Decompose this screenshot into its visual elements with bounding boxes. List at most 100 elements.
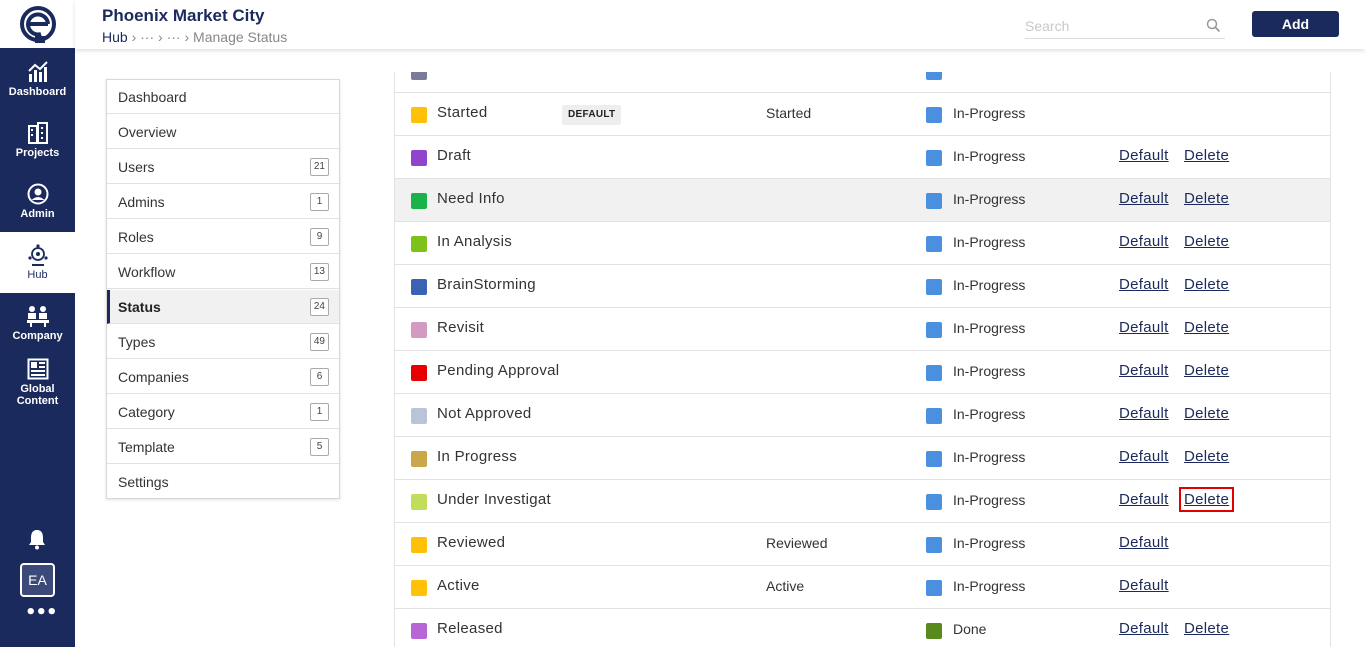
- status-color-swatch: [411, 580, 427, 596]
- menu-item-label: Status: [118, 298, 161, 315]
- count-badge: 24: [309, 298, 329, 316]
- delete-link[interactable]: Delete: [1184, 233, 1229, 250]
- status-row[interactable]: In Analysis In-Progress Default Delete: [395, 222, 1330, 265]
- delete-link[interactable]: Delete: [1184, 276, 1229, 293]
- delete-link[interactable]: Delete: [1184, 620, 1229, 637]
- status-name: In Analysis: [437, 233, 513, 250]
- breadcrumb-hub[interactable]: Hub: [102, 29, 128, 45]
- status-row[interactable]: Started DEFAULT Started In-Progress: [395, 93, 1330, 136]
- set-default-link[interactable]: Default: [1119, 276, 1169, 293]
- delete-link[interactable]: Delete: [1184, 190, 1229, 207]
- status-row[interactable]: Pending Approval In-Progress Default Delete: [395, 351, 1330, 394]
- search-icon[interactable]: [1206, 18, 1221, 37]
- status-row[interactable]: Active Active In-Progress Default: [395, 566, 1330, 609]
- add-button[interactable]: Add: [1252, 11, 1339, 37]
- menu-item-types[interactable]: Types 49: [107, 325, 339, 359]
- delete-link[interactable]: Delete: [1184, 448, 1229, 465]
- status-mapped-name: Started: [766, 105, 812, 121]
- set-default-link[interactable]: Default: [1119, 147, 1169, 164]
- category-color-swatch: [926, 107, 942, 123]
- menu-item-overview[interactable]: Overview: [107, 115, 339, 149]
- set-default-link[interactable]: Default: [1119, 319, 1169, 336]
- set-default-link[interactable]: Default: [1119, 491, 1169, 508]
- set-default-link[interactable]: Default: [1119, 448, 1169, 465]
- menu-item-status[interactable]: Status 24: [107, 290, 339, 324]
- rail-item-label: Admin: [20, 208, 55, 220]
- set-default-link[interactable]: Default: [1119, 405, 1169, 422]
- default-badge: DEFAULT: [562, 105, 622, 125]
- status-color-swatch: [411, 365, 427, 381]
- status-color-swatch: [411, 623, 427, 639]
- rail-item-company[interactable]: Company: [0, 293, 75, 354]
- category-color-swatch: [926, 365, 942, 381]
- status-row[interactable]: BrainStorming In-Progress Default Delete: [395, 265, 1330, 308]
- status-color-swatch: [411, 107, 427, 123]
- status-category: In-Progress: [953, 148, 1026, 164]
- status-color-swatch: [411, 408, 427, 424]
- app-logo[interactable]: [0, 0, 75, 48]
- rail-item-hub[interactable]: Hub: [0, 232, 75, 293]
- menu-item-roles[interactable]: Roles 9: [107, 220, 339, 254]
- menu-item-label: Companies: [118, 368, 189, 385]
- count-badge: 13: [309, 263, 329, 281]
- rail-item-label: Company: [12, 330, 63, 342]
- set-default-link[interactable]: Default: [1119, 233, 1169, 250]
- menu-item-template[interactable]: Template 5: [107, 430, 339, 464]
- set-default-link[interactable]: Default: [1119, 577, 1169, 594]
- status-name: Revisit: [437, 319, 485, 336]
- set-default-link[interactable]: Default: [1119, 534, 1169, 551]
- menu-item-label: Dashboard: [118, 88, 187, 105]
- status-color-swatch: [411, 279, 427, 295]
- more-icon[interactable]: •••: [25, 603, 58, 623]
- status-mapped-name: Reviewed: [766, 535, 828, 551]
- count-badge: 49: [309, 333, 329, 351]
- status-name: Released: [437, 620, 503, 637]
- menu-item-admins[interactable]: Admins 1: [107, 185, 339, 219]
- avatar[interactable]: EA: [20, 563, 55, 597]
- category-color-swatch: [926, 322, 942, 338]
- count-badge: 1: [310, 193, 329, 211]
- status-mapped-name: Active: [766, 578, 805, 594]
- delete-link[interactable]: Delete: [1178, 487, 1235, 512]
- set-default-link[interactable]: Default: [1119, 190, 1169, 207]
- chart-icon: [27, 61, 48, 82]
- status-category: In-Progress: [953, 492, 1026, 508]
- bell-icon: [29, 530, 45, 550]
- rail-item-admin[interactable]: Admin: [0, 171, 75, 232]
- status-row[interactable]: Released Done Default Delete: [395, 609, 1330, 647]
- rail-item-label: Hub: [27, 269, 48, 281]
- status-row[interactable]: Reviewed Reviewed In-Progress Default: [395, 523, 1330, 566]
- search-input[interactable]: [1025, 14, 1195, 38]
- rail-item-global-content[interactable]: Global Content: [0, 354, 75, 410]
- status-row[interactable]: In Progress In-Progress Default Delete: [395, 437, 1330, 480]
- menu-item-dashboard[interactable]: Dashboard: [107, 80, 339, 114]
- count-badge: 1: [310, 403, 329, 421]
- delete-link[interactable]: Delete: [1184, 362, 1229, 379]
- set-default-link[interactable]: Default: [1119, 362, 1169, 379]
- delete-link[interactable]: Delete: [1184, 405, 1229, 422]
- status-color-swatch: [411, 494, 427, 510]
- menu-item-category[interactable]: Category 1: [107, 395, 339, 429]
- status-row[interactable]: Revisit In-Progress Default Delete: [395, 308, 1330, 351]
- status-category: In-Progress: [953, 191, 1026, 207]
- breadcrumb-ellipsis[interactable]: ···: [167, 29, 181, 45]
- status-row[interactable]: Need Info In-Progress Default Delete: [395, 179, 1330, 222]
- breadcrumb-ellipsis[interactable]: ···: [140, 29, 154, 45]
- set-default-link[interactable]: Default: [1119, 620, 1169, 637]
- menu-item-settings[interactable]: Settings: [107, 465, 339, 499]
- count-badge: 9: [310, 228, 329, 246]
- status-row[interactable]: Not Approved In-Progress Default Delete: [395, 394, 1330, 437]
- rail-item-dashboard[interactable]: Dashboard: [0, 49, 75, 110]
- rail-item-projects[interactable]: Projects: [0, 110, 75, 171]
- status-row[interactable]: Draft In-Progress Default Delete: [395, 136, 1330, 179]
- category-color-swatch: [926, 72, 942, 80]
- menu-item-workflow[interactable]: Workflow 13: [107, 255, 339, 289]
- delete-link[interactable]: Delete: [1184, 147, 1229, 164]
- status-row[interactable]: Under Investigat In-Progress Default Delete: [395, 480, 1330, 523]
- status-category: In-Progress: [953, 406, 1026, 422]
- menu-item-companies[interactable]: Companies 6: [107, 360, 339, 394]
- notifications-button[interactable]: [26, 528, 48, 550]
- delete-link[interactable]: Delete: [1184, 319, 1229, 336]
- menu-item-users[interactable]: Users 21: [107, 150, 339, 184]
- status-name: Not Approved: [437, 405, 532, 422]
